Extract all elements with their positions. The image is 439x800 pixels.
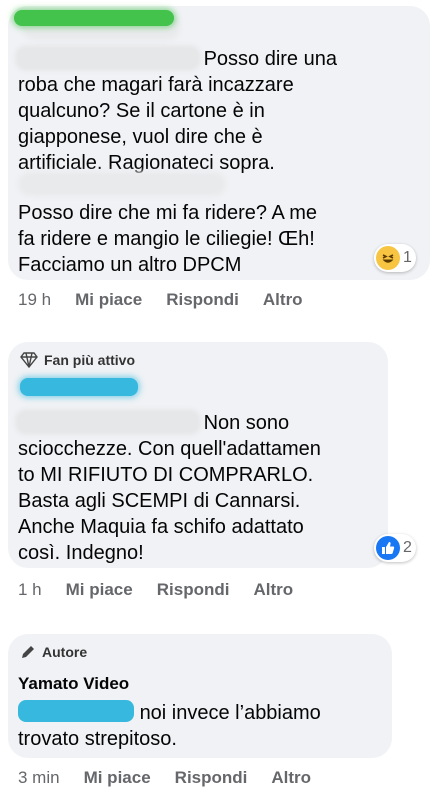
timestamp[interactable]: 3 min: [18, 768, 60, 788]
comment-text: Non sono sciocchezze. Con quell'adattame…: [18, 412, 321, 564]
badge-label: Autore: [42, 644, 88, 660]
comment-actions: 19 h Mi piace Rispondi Altro: [18, 290, 327, 310]
redacted-mention: [18, 700, 134, 722]
badge-label: Fan più attivo: [44, 352, 135, 368]
redacted-mention: [18, 48, 198, 68]
reaction-count-value: 2: [403, 539, 412, 556]
redacted-name: [20, 378, 138, 396]
comment-text-second: Posso dire che mi fa ridere? A me fa rid…: [18, 202, 318, 276]
diamond-icon: [20, 352, 38, 368]
more-button[interactable]: Altro: [253, 580, 293, 600]
redacted-mention: [22, 176, 222, 192]
comment-text: Posso dire una roba che magari farà inca…: [18, 48, 337, 174]
more-button[interactable]: Altro: [263, 290, 303, 310]
like-button[interactable]: Mi piace: [75, 290, 142, 310]
reaction-count[interactable]: 2: [374, 534, 416, 562]
like-thumb-icon: [376, 536, 400, 560]
comment-bubble-2: Fan più attivo Non sono sciocchezze. Con…: [8, 342, 388, 568]
comment-actions: 1 h Mi piace Rispondi Altro: [18, 580, 317, 600]
reaction-count[interactable]: 1: [374, 244, 416, 272]
reply-button[interactable]: Rispondi: [166, 290, 239, 310]
comment-text: noi invece l’abbiamo trovato strepitoso.: [18, 700, 321, 750]
like-button[interactable]: Mi piace: [84, 768, 151, 788]
redacted-name-highlight: [14, 10, 174, 26]
comment-bubble-3: Autore Yamato Video noi invece l’abbiamo…: [8, 634, 392, 758]
pencil-icon: [22, 646, 34, 658]
author-name[interactable]: Yamato Video: [18, 674, 129, 694]
like-button[interactable]: Mi piace: [66, 580, 133, 600]
reply-button[interactable]: Rispondi: [157, 580, 230, 600]
timestamp[interactable]: 19 h: [18, 290, 51, 310]
reaction-count-value: 1: [403, 249, 412, 266]
comment-actions: 3 min Mi piace Rispondi Altro: [18, 768, 335, 788]
top-fan-badge: Fan più attivo: [20, 352, 135, 368]
comment-bubble-1: Posso dire una roba che magari farà inca…: [8, 6, 430, 280]
reply-button[interactable]: Rispondi: [175, 768, 248, 788]
haha-emoji-icon: [376, 246, 400, 270]
author-badge: Autore: [20, 644, 87, 660]
more-button[interactable]: Altro: [271, 768, 311, 788]
redacted-mention: [18, 412, 198, 432]
timestamp[interactable]: 1 h: [18, 580, 42, 600]
